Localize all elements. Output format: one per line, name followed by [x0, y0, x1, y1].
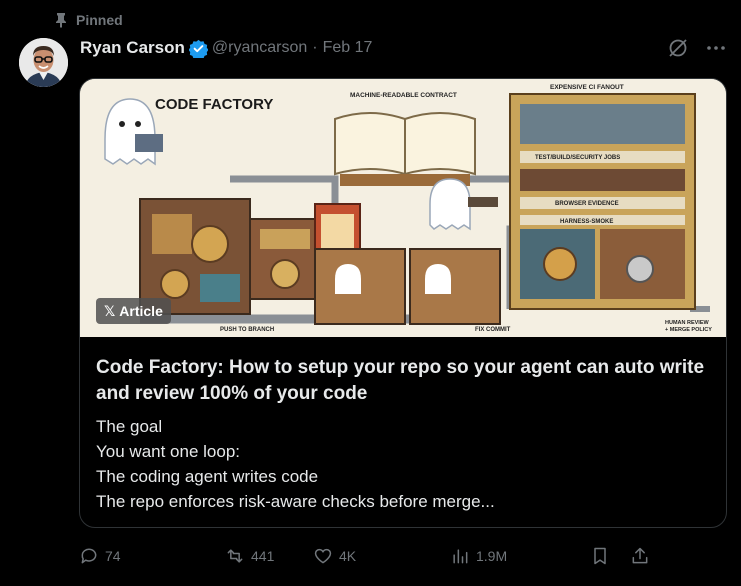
article-badge-label: Article	[119, 303, 163, 319]
svg-text:MACHINE-READABLE CONTRACT: MACHINE-READABLE CONTRACT	[350, 92, 457, 99]
svg-text:CODE FACTORY: CODE FACTORY	[155, 96, 273, 113]
svg-text:EXPENSIVE CI FANOUT: EXPENSIVE CI FANOUT	[550, 84, 624, 91]
excerpt-line: The goal	[96, 417, 163, 436]
author-handle[interactable]: @ryancarson	[212, 39, 307, 57]
excerpt-line: The repo enforces risk-aware checks befo…	[96, 492, 495, 511]
reply-icon	[81, 548, 97, 564]
verified-badge-icon[interactable]	[188, 39, 208, 58]
bookmark-button[interactable]	[590, 546, 610, 566]
repost-count: 441	[251, 548, 275, 564]
article-excerpt: The goal You want one loop: The coding a…	[96, 414, 706, 514]
repost-icon	[227, 549, 243, 563]
like-count: 4K	[339, 548, 357, 564]
like-icon	[314, 548, 332, 564]
reply-count: 74	[105, 548, 121, 564]
excerpt-line: The coding agent writes code	[96, 467, 319, 486]
svg-text:+ MERGE POLICY: + MERGE POLICY	[665, 327, 712, 333]
x-logo-icon: 𝕏	[104, 302, 116, 319]
article-card[interactable]: CODE FACTORY MACHINE-READABLE CONTRACT E…	[79, 78, 727, 528]
share-button[interactable]	[630, 546, 650, 566]
excerpt-line: You want one loop:	[96, 442, 240, 461]
pin-icon	[56, 13, 66, 28]
post-date[interactable]: Feb 17	[323, 39, 373, 57]
views-button[interactable]: 1.9M	[450, 546, 590, 566]
like-button[interactable]: 4K	[313, 546, 453, 566]
views-icon	[453, 549, 468, 564]
post-header: Ryan Carson @ryancarson · Feb 17	[80, 36, 727, 60]
pinned-indicator: Pinned	[54, 10, 123, 30]
article-badge: 𝕏 Article	[96, 298, 171, 324]
svg-text:HUMAN REVIEW: HUMAN REVIEW	[665, 320, 710, 326]
svg-text:FIX COMMIT: FIX COMMIT	[475, 327, 511, 333]
separator-dot: ·	[312, 39, 318, 56]
avatar-portrait	[19, 38, 68, 87]
post-actions: 74 441 4K 1.9M	[79, 544, 729, 568]
svg-text:BROWSER EVIDENCE: BROWSER EVIDENCE	[555, 201, 619, 207]
reply-button[interactable]: 74	[79, 546, 169, 566]
svg-text:HARNESS-SMOKE: HARNESS-SMOKE	[560, 219, 613, 225]
article-title[interactable]: Code Factory: How to setup your repo so …	[96, 355, 706, 407]
svg-text:PUSH TO BRANCH: PUSH TO BRANCH	[220, 327, 274, 333]
pinned-label: Pinned	[76, 12, 123, 28]
grok-icon[interactable]	[667, 37, 689, 59]
svg-text:TEST/BUILD/SECURITY JOBS: TEST/BUILD/SECURITY JOBS	[535, 155, 620, 161]
author-name[interactable]: Ryan Carson	[80, 38, 185, 58]
avatar[interactable]	[19, 38, 68, 87]
code-factory-illustration: CODE FACTORY MACHINE-READABLE CONTRACT E…	[80, 79, 726, 337]
share-icon	[632, 547, 648, 564]
bookmark-icon	[594, 547, 606, 565]
article-cover-image[interactable]: CODE FACTORY MACHINE-READABLE CONTRACT E…	[80, 79, 726, 337]
more-icon[interactable]	[705, 37, 727, 59]
views-count: 1.9M	[476, 548, 508, 564]
